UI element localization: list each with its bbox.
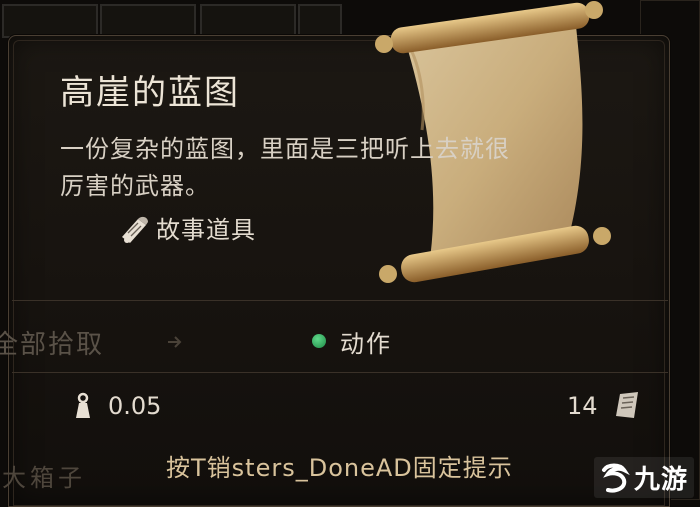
coin-icon — [616, 392, 638, 418]
weight-icon — [76, 392, 90, 418]
action-row: 全部拾取 动作 — [0, 314, 680, 366]
action-label[interactable]: 动作 — [340, 324, 392, 359]
divider — [12, 300, 668, 301]
site-logo-icon — [601, 463, 630, 492]
inventory-slot[interactable] — [200, 4, 296, 38]
description-line: 一份复杂的蓝图，里面是三把听上去就很 — [60, 135, 510, 163]
divider — [12, 372, 668, 373]
watermark-text: 九游 — [633, 465, 688, 495]
scroll-tag-icon — [122, 216, 148, 243]
pin-tooltip-hint: 按T销sters_DoneAD固定提示 — [166, 454, 513, 482]
item-name: 高崖的蓝图 — [60, 73, 240, 113]
watermark: 九游 — [593, 457, 694, 498]
container-label: 大箱子 — [2, 464, 86, 492]
pickup-all-button[interactable]: 全部拾取 — [0, 324, 104, 361]
weight-value: 0.05 — [108, 392, 162, 420]
category-label: 故事道具 — [156, 216, 256, 244]
inventory-slot[interactable] — [100, 4, 196, 38]
stats-row: 0.05 14 — [0, 386, 700, 430]
item-category: 故事道具 — [118, 210, 256, 245]
gold-value: 14 — [567, 392, 598, 420]
green-dot-icon — [312, 334, 326, 348]
inventory-slot[interactable] — [2, 4, 98, 38]
item-description: 一份复杂的蓝图，里面是三把听上去就很 厉害的武器。 — [60, 131, 640, 205]
description-line: 厉害的武器。 — [60, 172, 210, 200]
arrow-right-icon — [168, 336, 182, 348]
